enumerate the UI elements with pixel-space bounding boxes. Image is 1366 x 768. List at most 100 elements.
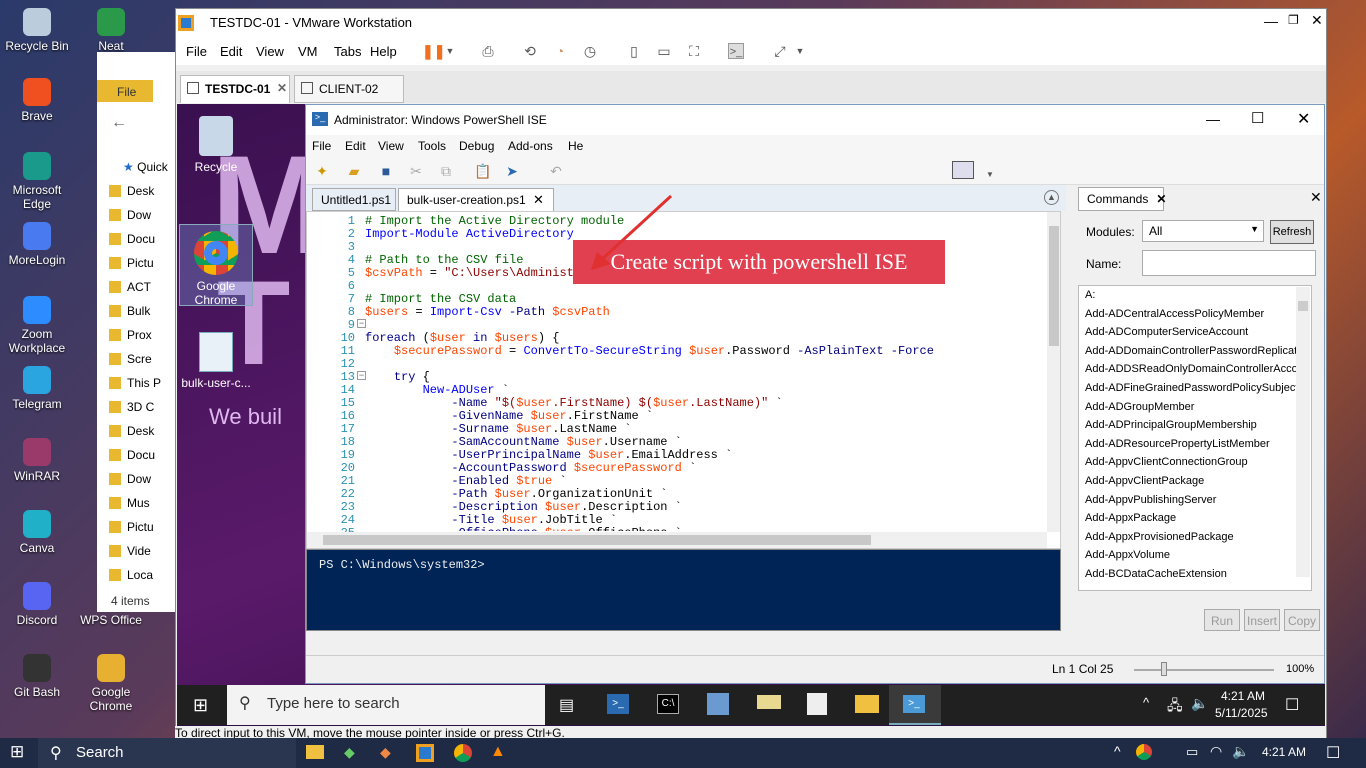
cmd-taskbar-icon[interactable]: C:\ — [657, 694, 679, 714]
vmware-icon[interactable] — [416, 744, 434, 762]
run-button[interactable]: Run — [1204, 609, 1240, 631]
command-list-item[interactable]: Add-ADFineGrainedPasswordPolicySubject — [1079, 379, 1311, 398]
ise-menu-debug[interactable]: Debug — [459, 139, 494, 153]
app-icon[interactable]: ◆ — [344, 744, 355, 761]
back-arrow-icon[interactable]: ← — [111, 114, 127, 132]
ise-close-icon[interactable]: ✕ — [1297, 109, 1310, 129]
guest-recycle-bin[interactable]: Recycle — [181, 116, 251, 174]
powershell-taskbar-icon[interactable]: >_ — [607, 694, 629, 714]
notepad-icon[interactable] — [807, 693, 827, 715]
copy-icon[interactable]: ⧉ — [438, 163, 454, 179]
host-desktop-icon[interactable]: Recycle Bin — [2, 8, 72, 53]
explorer-nav-item[interactable]: Dow — [109, 472, 151, 486]
guest-screen[interactable]: M T We buil Recycle Google Chrome bulk-u… — [177, 104, 1325, 726]
host-desktop-icon[interactable]: MoreLogin — [2, 222, 72, 267]
host-desktop-icon[interactable]: Neat — [76, 8, 146, 53]
volume-icon[interactable]: 🔈 — [1232, 743, 1249, 760]
command-list-scrollbar[interactable] — [1296, 287, 1310, 577]
host-desktop-icon[interactable]: Git Bash — [2, 654, 72, 699]
pause-icon[interactable]: ❚❚ — [422, 43, 445, 59]
ise-taskbar-icon[interactable]: >_ — [889, 685, 941, 725]
ise-menu-view[interactable]: View — [378, 139, 404, 153]
command-list-item[interactable]: Add-ADPrincipalGroupMembership — [1079, 416, 1311, 435]
explorer-nav-item[interactable]: Pictu — [109, 256, 154, 270]
network-icon[interactable]: 🖧 — [1167, 695, 1183, 719]
close-icon[interactable]: ✕ — [1311, 12, 1323, 29]
insert-button[interactable]: Insert — [1244, 609, 1280, 631]
command-list-item[interactable]: Add-AppvPublishingServer — [1079, 491, 1311, 510]
command-list-item[interactable]: Add-ADResourcePropertyListMember — [1079, 435, 1311, 454]
tab-close-icon[interactable]: ✕ — [277, 81, 287, 95]
tray-chrome-icon[interactable] — [1136, 744, 1152, 760]
guest-chrome-shortcut[interactable]: Google Chrome — [179, 224, 253, 307]
revert-snapshot-icon[interactable]: ◔ — [552, 43, 568, 59]
windows-start-icon[interactable]: ⊞ — [193, 695, 208, 716]
cut-icon[interactable]: ✂ — [408, 163, 424, 179]
scroll-thumb[interactable] — [1298, 301, 1308, 311]
battery-icon[interactable]: ▭ — [1186, 744, 1198, 760]
zoom-slider[interactable] — [1134, 669, 1274, 671]
menu-vm[interactable]: VM — [298, 44, 318, 59]
code-line[interactable]: $users = Import-Csv -Path $csvPath — [365, 306, 1055, 319]
command-list-item[interactable]: Add-AppxProvisionedPackage — [1079, 528, 1311, 547]
tab-untitled1[interactable]: Untitled1.ps1 — [312, 188, 396, 211]
command-list-item[interactable]: Add-ADDSReadOnlyDomainControllerAcco — [1079, 360, 1311, 379]
dropdown-arrow-icon[interactable]: ▼ — [442, 43, 458, 59]
commands-tab[interactable]: Commands ✕ — [1078, 187, 1166, 211]
editor-vertical-scrollbar[interactable] — [1047, 212, 1060, 532]
maximize-icon[interactable]: ❐ — [1288, 13, 1299, 27]
editor-horizontal-scrollbar[interactable] — [307, 532, 1047, 548]
console-pane[interactable]: PS C:\Windows\system32> — [306, 549, 1061, 631]
save-icon[interactable]: ■ — [378, 163, 394, 179]
explorer-nav-item[interactable]: Docu — [109, 448, 155, 462]
paste-icon[interactable]: 📋 — [474, 163, 491, 179]
host-desktop-icon[interactable]: Canva — [2, 510, 72, 555]
explorer-nav-item[interactable]: This P — [109, 376, 161, 390]
ad-users-icon[interactable] — [757, 695, 781, 709]
snapshot-manager-icon[interactable]: ◷ — [582, 43, 598, 59]
tab-close-icon[interactable]: ✕ — [533, 192, 544, 208]
task-view-icon[interactable]: ▤ — [559, 695, 574, 715]
guest-search-box[interactable]: ⚲ Type here to search — [227, 685, 545, 725]
ise-menu-addons[interactable]: Add-ons — [508, 139, 553, 153]
command-list-item[interactable]: Add-ADGroupMember — [1079, 398, 1311, 417]
copy-button[interactable]: Copy — [1284, 609, 1320, 631]
library-view-icon[interactable]: ▯ — [626, 43, 642, 59]
volume-icon[interactable]: 🔈 — [1191, 695, 1208, 712]
command-list-item[interactable]: Add-AppxPackage — [1079, 509, 1311, 528]
guest-script-file[interactable]: bulk-user-c... — [179, 332, 253, 390]
ise-menu-tools[interactable]: Tools — [418, 139, 446, 153]
close-icon[interactable]: ✕ — [1156, 192, 1166, 206]
menu-file[interactable]: File — [186, 44, 207, 59]
explorer-nav-item[interactable]: Loca — [109, 568, 153, 582]
command-list-item[interactable]: Add-BCDataCacheExtension — [1079, 565, 1311, 584]
server-manager-icon[interactable] — [707, 693, 729, 715]
command-list-item[interactable]: Add-ADCentralAccessPolicyMember — [1079, 305, 1311, 324]
toolbar-overflow-icon[interactable]: ▼ — [982, 167, 998, 183]
collapse-script-pane-icon[interactable]: ▲ — [1044, 190, 1059, 205]
thumbnail-view-icon[interactable]: ▭ — [656, 43, 672, 59]
chrome-icon[interactable] — [454, 744, 472, 762]
wifi-icon[interactable]: ◠ — [1210, 743, 1222, 760]
explorer-nav-item[interactable]: Dow — [109, 208, 151, 222]
command-list-item[interactable]: Add-AppvClientPackage — [1079, 472, 1311, 491]
refresh-button[interactable]: Refresh — [1270, 220, 1314, 244]
file-explorer-icon[interactable] — [855, 695, 879, 713]
menu-tabs[interactable]: Tabs — [334, 44, 361, 59]
command-list-item[interactable]: Add-ADDomainControllerPasswordReplicat — [1079, 342, 1311, 361]
minimize-icon[interactable]: — — [1264, 13, 1278, 29]
explorer-nav-item[interactable]: Pictu — [109, 520, 154, 534]
explorer-nav-item[interactable]: Desk — [109, 184, 154, 198]
name-filter-input[interactable] — [1142, 250, 1316, 276]
host-desktop-icon[interactable]: Brave — [2, 78, 72, 123]
host-desktop-icon[interactable]: Telegram — [2, 366, 72, 411]
explorer-nav-item[interactable]: Desk — [109, 424, 154, 438]
explorer-nav-item[interactable]: Prox — [109, 328, 152, 342]
host-desktop-icon[interactable]: Zoom Workplace — [2, 296, 72, 355]
modules-select[interactable]: All ▼ — [1142, 220, 1264, 242]
file-explorer-icon[interactable] — [306, 745, 324, 759]
scroll-thumb[interactable] — [323, 535, 871, 545]
host-desktop-icon[interactable]: Discord — [2, 582, 72, 627]
host-search-box[interactable]: ⚲ Search — [38, 738, 296, 768]
explorer-nav-item[interactable]: Bulk — [109, 304, 150, 318]
